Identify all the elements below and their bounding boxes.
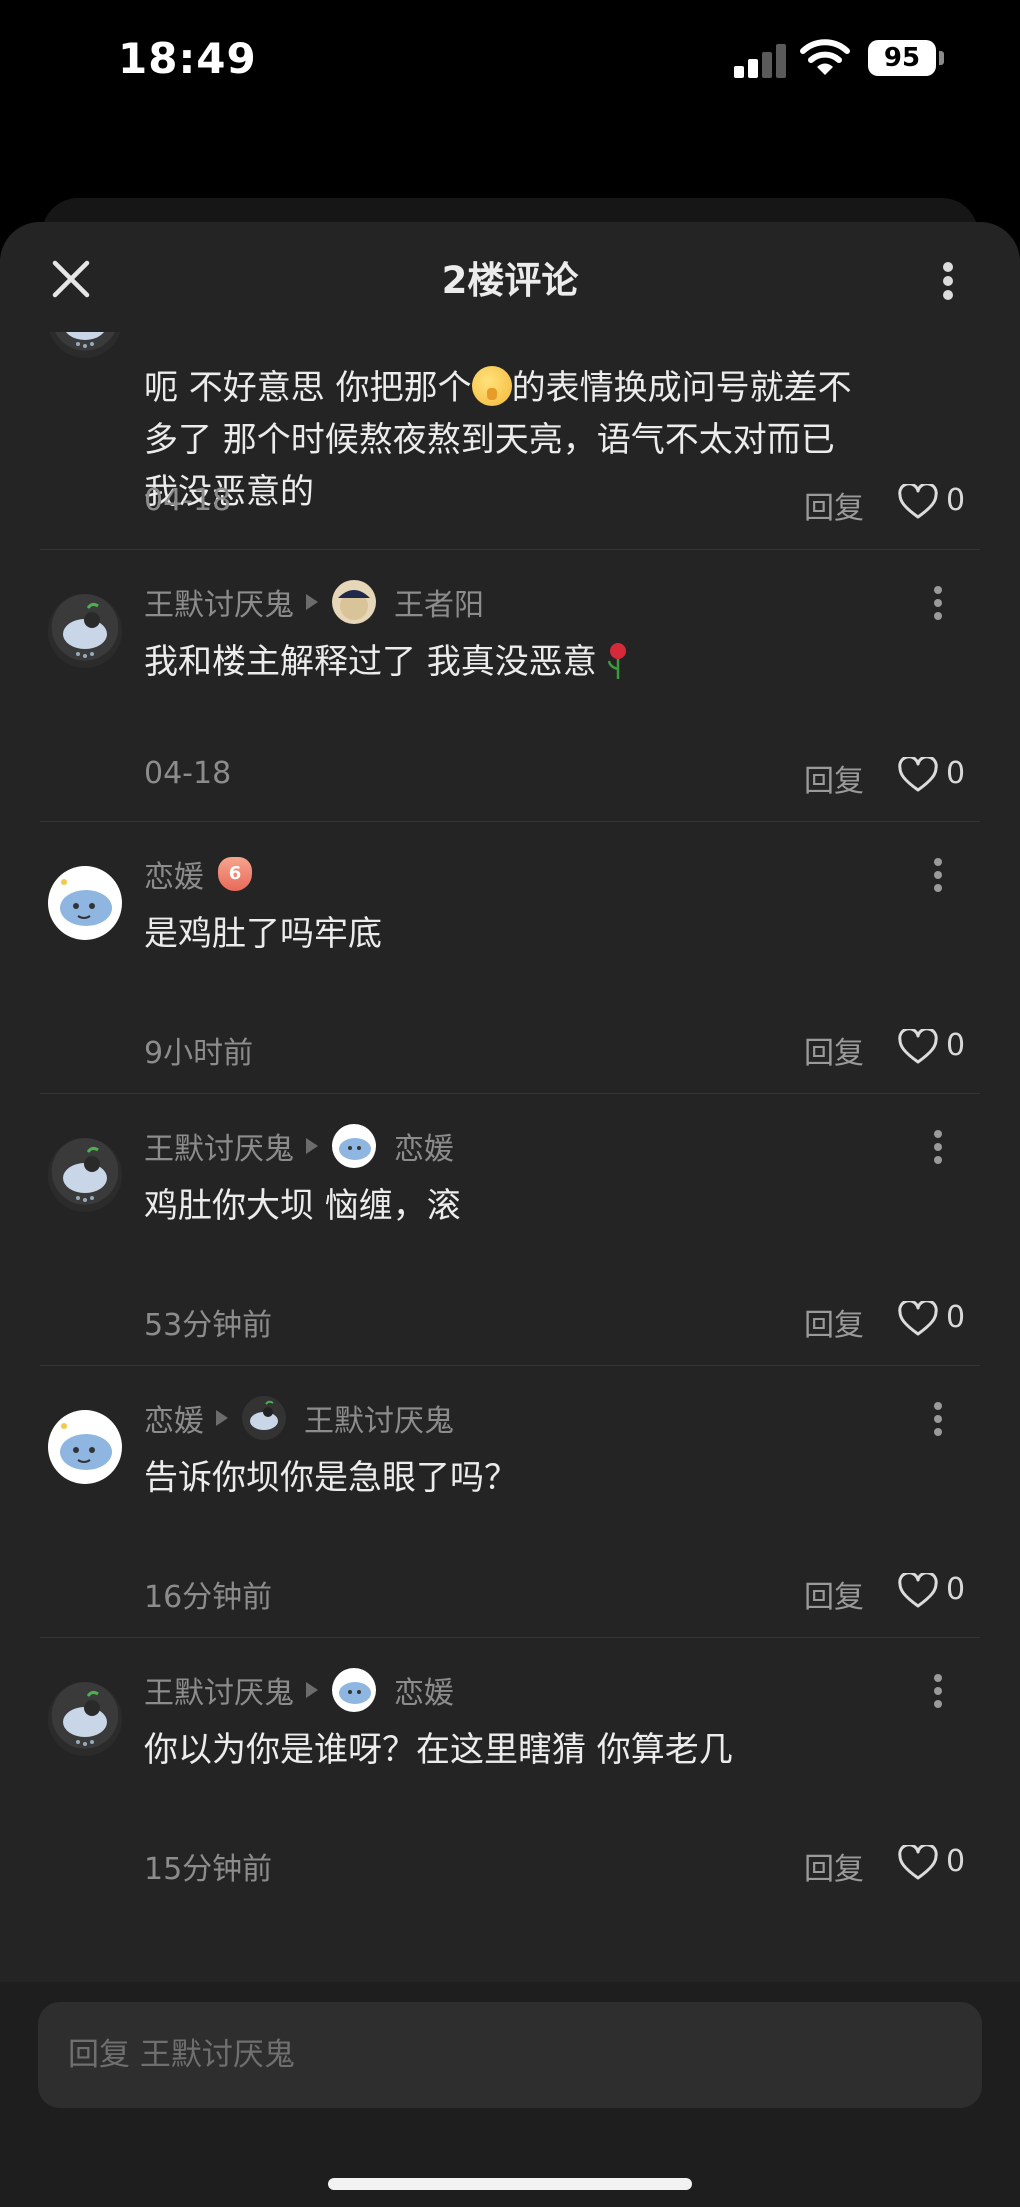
status-bar: 18:49 95 [0, 0, 1020, 120]
comment-meta: 恋媛 6 [144, 852, 252, 896]
comment-meta: 王默讨厌鬼 王者阳 [144, 580, 484, 624]
comment-time: 53分钟前 [144, 1308, 273, 1343]
comment-text: 我和楼主解释过了 我真没恶意 [144, 636, 964, 688]
author-name[interactable]: 恋媛 [144, 1396, 204, 1440]
kebab-icon[interactable] [930, 586, 946, 620]
author-name[interactable]: 王默讨厌鬼 [144, 1668, 294, 1712]
avatar[interactable] [48, 1682, 122, 1756]
comment-meta: 王默讨厌鬼 恋媛 [144, 1668, 454, 1712]
shushing-face-emoji [471, 366, 512, 406]
reply-target-name[interactable]: 恋媛 [394, 1124, 454, 1168]
kebab-icon[interactable] [930, 1402, 946, 1436]
comment-item: 王默讨厌鬼 王者阳 我和楼主解释过了 我真没恶意 04-18 回复 0 [0, 550, 1020, 822]
author-name[interactable]: 王默讨厌鬼 [144, 580, 294, 624]
panel-title: 2楼评论 [441, 259, 579, 302]
comment-list[interactable]: 呃 不好意思 你把那个 的表情换成问号就差不 多了 那个时候熬夜熬到天亮，语气不太… [0, 332, 1020, 1982]
battery-tip [939, 51, 944, 65]
battery-level: 95 [868, 40, 936, 76]
kebab-icon[interactable] [930, 1674, 946, 1708]
wifi-icon [800, 39, 850, 75]
heart-outline-icon[interactable] [898, 1301, 938, 1337]
like-count: 0 [946, 756, 966, 791]
reply-target-avatar[interactable] [332, 580, 376, 624]
comment-time: 04-18 [144, 756, 232, 791]
heart-outline-icon[interactable] [898, 757, 938, 793]
reply-target-name[interactable]: 王默讨厌鬼 [304, 1396, 454, 1440]
avatar[interactable] [48, 1410, 122, 1484]
comment-item: 呃 不好意思 你把那个 的表情换成问号就差不 多了 那个时候熬夜熬到天亮，语气不太… [0, 332, 1020, 550]
comment-item: 恋媛 王默讨厌鬼 告诉你坝你是急眼了吗？ 16分钟前 回复 0 [0, 1366, 1020, 1638]
reply-target-avatar[interactable] [242, 1396, 286, 1440]
comment-time: 9小时前 [144, 1036, 254, 1071]
kebab-icon[interactable] [930, 858, 946, 892]
reply-input[interactable] [38, 2002, 982, 2108]
reply-target-avatar[interactable] [332, 1668, 376, 1712]
reply-button[interactable]: 回复 [804, 756, 864, 800]
reply-button[interactable]: 回复 [804, 483, 864, 527]
avatar[interactable] [48, 866, 122, 940]
heart-outline-icon[interactable] [898, 1029, 938, 1065]
comment-item: 王默讨厌鬼 恋媛 你以为你是谁呀？在这里瞎猜 你算老几 15分钟前 回复 0 [0, 1638, 1020, 1910]
reply-arrow-icon [306, 594, 318, 610]
more-options-icon[interactable] [930, 256, 966, 306]
comment-item: 王默讨厌鬼 恋媛 鸡肚你大坝 恼缠，滚 53分钟前 回复 0 [0, 1094, 1020, 1366]
like-count: 0 [946, 1572, 966, 1607]
comment-text: 你以为你是谁呀？在这里瞎猜 你算老几 [144, 1730, 733, 1770]
heart-outline-icon[interactable] [898, 484, 938, 520]
reply-footer [0, 1982, 1020, 2207]
panel-header: 2楼评论 [0, 222, 1020, 332]
comment-time: 04-18 [144, 483, 232, 518]
comment-meta: 恋媛 王默讨厌鬼 [144, 1396, 454, 1440]
like-count: 0 [946, 483, 966, 518]
like-count: 0 [946, 1300, 966, 1335]
avatar[interactable] [48, 1138, 122, 1212]
rose-emoji [607, 643, 626, 679]
reply-arrow-icon [216, 1410, 228, 1426]
heart-outline-icon[interactable] [898, 1573, 938, 1609]
reply-target-name[interactable]: 王者阳 [394, 580, 484, 624]
reply-button[interactable]: 回复 [804, 1572, 864, 1616]
reply-target-name[interactable]: 恋媛 [394, 1668, 454, 1712]
heart-outline-icon[interactable] [898, 1845, 938, 1881]
author-name[interactable]: 王默讨厌鬼 [144, 1124, 294, 1168]
like-count: 0 [946, 1028, 966, 1063]
reply-arrow-icon [306, 1682, 318, 1698]
comment-panel: 2楼评论 呃 不好意思 你把那个 的表情换成问号就差不 多了 那个时候熬夜熬到天亮… [0, 222, 1020, 2207]
status-time: 18:49 [118, 34, 257, 83]
level-badge: 6 [218, 857, 252, 891]
cellular-signal-icon [734, 44, 786, 78]
comment-text: 鸡肚你大坝 恼缠，滚 [144, 1186, 461, 1226]
reply-button[interactable]: 回复 [804, 1844, 864, 1888]
author-name[interactable]: 恋媛 [144, 852, 204, 896]
kebab-icon[interactable] [930, 1130, 946, 1164]
comment-item: 恋媛 6 是鸡肚了吗牢底 9小时前 回复 0 [0, 822, 1020, 1094]
comment-meta: 王默讨厌鬼 恋媛 [144, 1124, 454, 1168]
comment-text: 告诉你坝你是急眼了吗？ [144, 1458, 518, 1498]
comment-time: 16分钟前 [144, 1580, 273, 1615]
reply-button[interactable]: 回复 [804, 1028, 864, 1072]
comment-time: 15分钟前 [144, 1852, 273, 1887]
reply-target-avatar[interactable] [332, 1124, 376, 1168]
reply-arrow-icon [306, 1138, 318, 1154]
avatar[interactable] [48, 332, 122, 358]
home-indicator[interactable] [328, 2178, 692, 2190]
reply-button[interactable]: 回复 [804, 1300, 864, 1344]
avatar[interactable] [48, 594, 122, 668]
comment-text: 是鸡肚了吗牢底 [144, 914, 382, 954]
like-count: 0 [946, 1844, 966, 1879]
